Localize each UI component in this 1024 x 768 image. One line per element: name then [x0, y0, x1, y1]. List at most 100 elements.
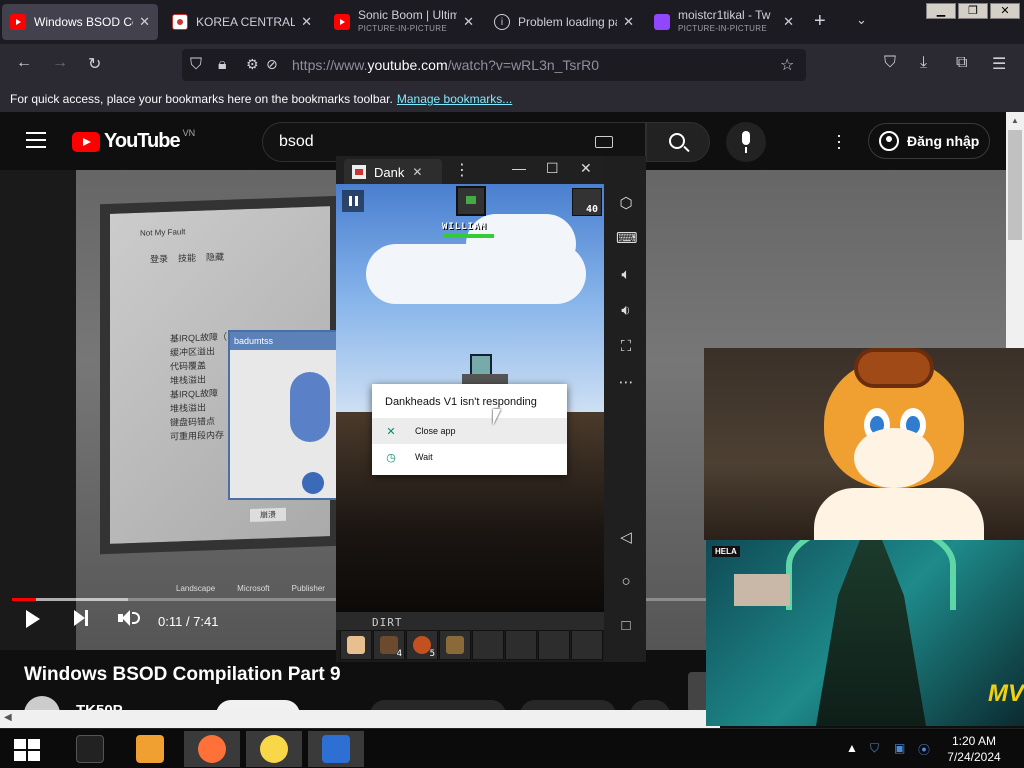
taskbar-clock[interactable]: 1:20 AM 7/24/2024	[942, 733, 1006, 765]
tab-close-icon[interactable]: ✕	[623, 14, 634, 30]
volume-up-icon[interactable]: 🔈︎	[616, 265, 636, 285]
url-text[interactable]: https://www.youtube.com/watch?v=wRL3n_Ts…	[292, 57, 599, 73]
android-back-icon[interactable]: ◁	[616, 528, 636, 548]
emulator-tab-close-icon[interactable]: ✕	[412, 165, 422, 179]
emulator-app-tab[interactable]: Dank ✕	[344, 159, 442, 185]
browser-nav-bar: ← → ↻ ⛉ 🔒︎ ⚙ ⊘ https://www.youtube.com/w…	[0, 44, 1024, 86]
video-option-list: 基IRQL故障（ 缓冲区溢出 代码覆盖 堆栈溢出 基IRQL故障 堆栈溢出 键盘…	[170, 331, 228, 442]
emulator-maximize-icon[interactable]: ☐	[546, 160, 559, 177]
autoplay-blocked-icon[interactable]: ⊘	[266, 56, 278, 73]
pip-window-sonic-boom[interactable]	[704, 348, 1024, 540]
pip-window-twitch[interactable]: HELA MV	[706, 540, 1024, 726]
tray-network-icon[interactable]: ▣	[894, 741, 905, 755]
more-actions-button[interactable]	[630, 700, 670, 710]
settings-hex-icon[interactable]: ⬡	[616, 194, 636, 214]
horizontal-scrollbar[interactable]: ◀	[0, 710, 720, 728]
sidebar-thumbnail[interactable]	[688, 672, 708, 710]
reload-icon[interactable]: ↻	[88, 54, 101, 74]
taskbar-app-terminal[interactable]	[62, 731, 118, 767]
windows-start-icon[interactable]	[14, 739, 40, 761]
lock-icon[interactable]: 🔒︎	[218, 56, 227, 74]
tab-label: Problem loading pa	[518, 15, 618, 29]
volume-down-icon[interactable]: 🔉︎	[616, 301, 636, 321]
emulator-close-icon[interactable]: ✕	[580, 160, 592, 177]
sign-in-button[interactable]: Đăng nhập	[868, 123, 990, 159]
next-button[interactable]	[74, 610, 88, 626]
like-button[interactable]	[370, 700, 506, 710]
inventory-slot[interactable]	[538, 630, 570, 660]
inventory-slot[interactable]	[472, 630, 504, 660]
wait-option[interactable]: ◷ Wait	[372, 444, 567, 470]
bookmarks-toolbar: For quick access, place your bookmarks h…	[0, 86, 1024, 112]
search-input[interactable]: bsod	[279, 133, 314, 151]
tab-close-icon[interactable]: ✕	[139, 14, 150, 30]
info-icon: i	[494, 14, 510, 30]
android-recents-icon[interactable]: □	[616, 616, 636, 636]
emulator-minimize-icon[interactable]: —	[512, 160, 526, 176]
menu-icon[interactable]: ☰	[992, 54, 1006, 74]
tab-twitch[interactable]: moistcr1tikal - Tw PICTURE-IN-PICTURE ✕	[646, 4, 802, 40]
android-home-icon[interactable]: ○	[616, 572, 636, 592]
game-pause-button[interactable]	[342, 190, 364, 212]
restore-button[interactable]: ❐	[958, 3, 988, 19]
keyboard-icon[interactable]	[595, 136, 613, 148]
extensions-icon[interactable]: ⧉	[956, 54, 967, 72]
bookmark-star-icon[interactable]: ☆	[780, 55, 794, 75]
scroll-left-arrow-icon[interactable]: ◀	[4, 712, 12, 723]
inventory-slot[interactable]	[505, 630, 537, 660]
taskbar-app-media-player[interactable]	[122, 731, 178, 767]
tab-close-icon[interactable]: ✕	[301, 14, 312, 30]
permissions-icon[interactable]: ⚙	[246, 56, 259, 73]
taskbar-app-installer[interactable]	[308, 731, 364, 767]
more-options-icon[interactable]: · · ·	[836, 126, 842, 156]
shield-icon[interactable]: ⛉	[190, 56, 202, 74]
tab-list-chevron-icon[interactable]: ⌄	[856, 12, 867, 28]
emulator-menu-icon[interactable]: ⋮	[454, 160, 470, 180]
voice-search-mic-icon[interactable]	[726, 122, 766, 162]
more-icon[interactable]: ⋯	[616, 373, 636, 393]
tab-close-icon[interactable]: ✕	[783, 14, 794, 30]
channel-avatar[interactable]	[24, 696, 60, 710]
youtube-logo[interactable]: YouTube VN	[72, 128, 195, 153]
screenshot-icon[interactable]: ⛶	[616, 337, 636, 357]
taskbar-app-firefox[interactable]	[184, 731, 240, 767]
inventory-slot[interactable]	[340, 630, 372, 660]
keyboard-mapping-icon[interactable]: ⌨	[616, 229, 638, 249]
windows-taskbar: ▲ ⛉ ▣ ⦿ 1:20 AM 7/24/2024	[0, 728, 1024, 768]
close-window-button[interactable]: ✕	[990, 3, 1020, 19]
new-tab-button[interactable]: +	[814, 10, 826, 33]
tray-overflow-icon[interactable]: ▲	[846, 741, 858, 755]
tray-bluetooth-icon[interactable]: ⦿	[918, 741, 930, 758]
manage-bookmarks-link[interactable]: Manage bookmarks...	[397, 92, 512, 106]
inventory-slot[interactable]: 4	[373, 630, 405, 660]
mouse-cursor-icon	[493, 409, 501, 425]
forward-arrow-icon[interactable]: →	[52, 54, 68, 72]
scroll-up-arrow-icon[interactable]: ▲	[1011, 116, 1019, 125]
tab-problem-loading[interactable]: i Problem loading pa ✕	[486, 4, 642, 40]
downloads-icon[interactable]: ⤓	[920, 54, 927, 72]
share-button[interactable]	[520, 700, 616, 710]
tab-windows-bsod[interactable]: Windows BSOD Co ✕	[2, 4, 158, 40]
pocket-icon[interactable]: ⛉	[884, 54, 896, 72]
play-button[interactable]	[26, 610, 40, 628]
url-bar[interactable]: ⛉ 🔒︎ ⚙ ⊘ https://www.youtube.com/watch?v…	[182, 49, 806, 81]
channel-name[interactable]: TK50P	[76, 702, 123, 710]
inventory-slot[interactable]	[439, 630, 471, 660]
hamburger-menu-icon[interactable]	[26, 132, 46, 148]
taskbar-app-emulator[interactable]	[246, 731, 302, 767]
inventory-slot[interactable]	[571, 630, 603, 660]
volume-icon	[118, 610, 140, 626]
search-button[interactable]	[646, 122, 710, 162]
inventory-slot[interactable]: 5	[406, 630, 438, 660]
emulator-game-screen[interactable]: WILLIAM 40 Dankheads V1 isn't responding…	[336, 184, 604, 662]
tab-sonic-boom[interactable]: Sonic Boom | Ultim PICTURE-IN-PICTURE ✕	[326, 4, 482, 40]
close-app-option[interactable]: ✕ Close app	[372, 418, 567, 444]
tab-korea-central[interactable]: KOREA CENTRAL T ✕	[164, 4, 320, 40]
tray-shield-icon[interactable]: ⛉	[870, 741, 879, 756]
mute-button[interactable]	[118, 610, 140, 626]
scroll-thumb[interactable]	[1008, 130, 1022, 240]
tab-close-icon[interactable]: ✕	[463, 14, 474, 30]
back-arrow-icon[interactable]: ←	[16, 54, 32, 72]
minimize-button[interactable]: ▁	[926, 3, 956, 19]
subscribe-button[interactable]	[216, 700, 300, 710]
